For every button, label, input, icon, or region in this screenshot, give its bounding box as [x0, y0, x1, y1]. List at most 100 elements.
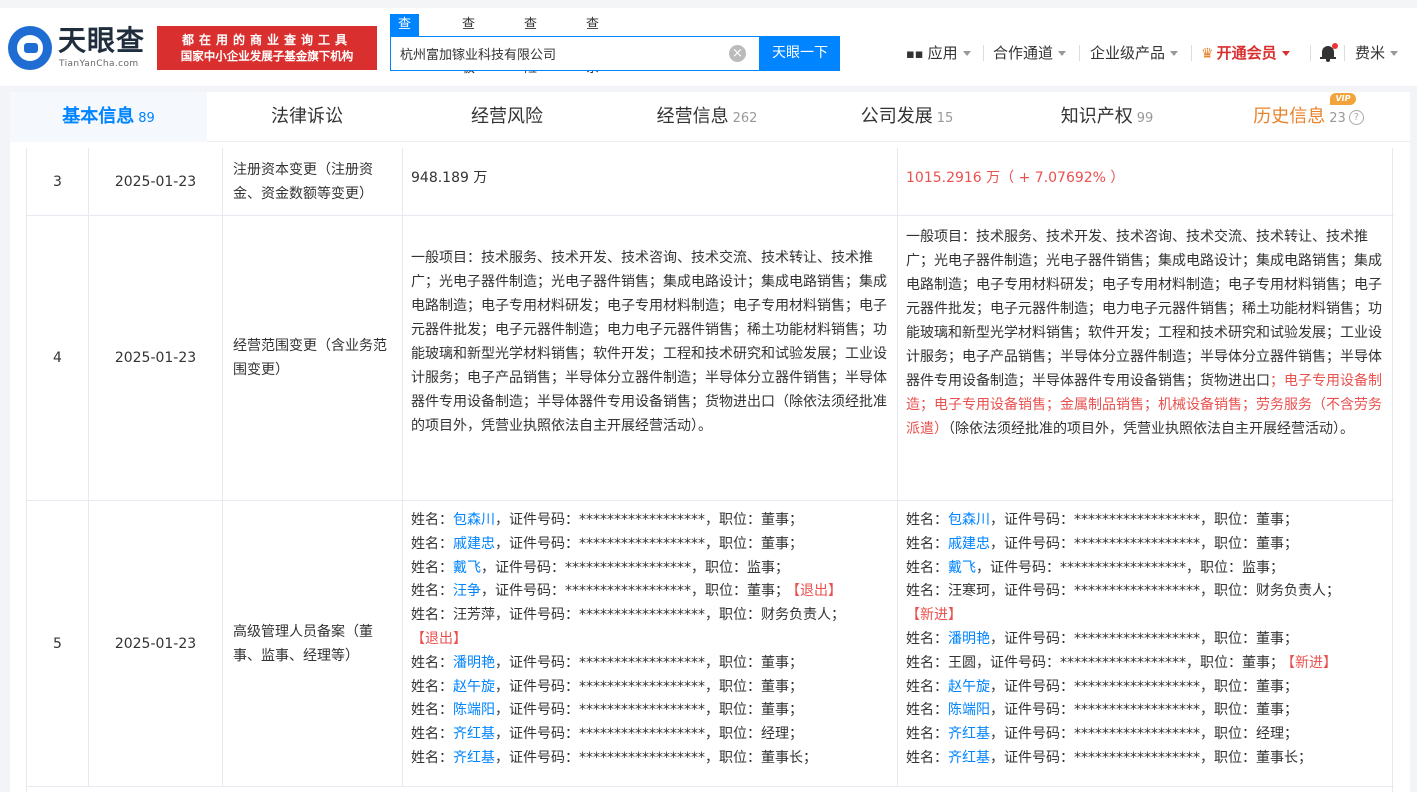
position-label: ，职位：董事长； [1200, 749, 1312, 766]
person-name-link[interactable]: 包森川 [453, 512, 495, 528]
person-name-link: 汪寒珂 [948, 583, 990, 600]
id-label: ，证件号码：****************** [481, 559, 691, 576]
tab-development[interactable]: 公司发展 15 [807, 92, 1007, 142]
name-label: 姓名： [411, 607, 453, 624]
before-value: 姓名：包森川，证件号码：******************，职位：董事； 姓名：… [403, 501, 898, 786]
person-name-link[interactable]: 赵午旋 [948, 679, 990, 695]
search-tab-risk[interactable]: 查风险 [524, 14, 537, 76]
nav-enterprise[interactable]: 企业级产品 [1090, 42, 1179, 64]
change-tag: 【新进】 [1288, 654, 1337, 671]
tab-basic-info[interactable]: 基本信息 89 [10, 92, 207, 142]
clear-icon[interactable]: × [729, 45, 746, 62]
change-tag: 【新进】 [906, 607, 962, 624]
top-header: 天眼查 TianYanCha.com 都在用的商业查询工具 国家中小企业发展子基… [0, 0, 1417, 86]
tab-operation-info[interactable]: 经营信息 262 [607, 92, 807, 142]
name-label: 姓名： [906, 654, 948, 671]
position-label: ，职位：董事； [1200, 630, 1298, 647]
name-label: 姓名： [411, 678, 453, 695]
table-row: 3 2025-01-23 注册资本变更（注册资金、资金数额等变更） 948.18… [27, 148, 1394, 216]
grid-icon: ▪▪ [906, 47, 924, 62]
id-label: ，证件号码：****************** [990, 535, 1200, 552]
name-label: 姓名： [411, 512, 453, 528]
person-name-link[interactable]: 陈端阳 [948, 702, 990, 718]
table-row: 4 2025-01-23 经营范围变更（含业务范围变更） 一般项目：技术服务、技… [27, 216, 1394, 501]
person-name-link[interactable]: 陈端阳 [453, 702, 495, 718]
id-label: ，证件号码：****************** [495, 678, 705, 695]
tab-label: 基本信息 [62, 106, 135, 127]
person-name-link[interactable]: 戴飞 [453, 560, 481, 576]
change-item-text: 注册资本变更（注册资金、资金数额等变更） [233, 161, 373, 202]
after-value: 1015.2916 万（ + 7.07692% ） [906, 170, 1125, 186]
chevron-down-icon [1281, 51, 1290, 56]
tianyancha-logo[interactable]: 天眼查 TianYanCha.com [8, 24, 153, 72]
nav-apps[interactable]: ▪▪ 应用 [906, 42, 971, 64]
position-label: ，职位：董事； [705, 678, 803, 695]
name-label: 姓名： [411, 583, 453, 600]
tab-operation-risk[interactable]: 经营风险 [407, 92, 607, 142]
tab-label: 历史信息 [1253, 106, 1326, 127]
nav-channel[interactable]: 合作通道 [993, 42, 1067, 64]
person-entry: 姓名：汪寒珂，证件号码：******************，职位：财务负责人； [906, 580, 1386, 604]
person-name-link[interactable]: 齐红基 [453, 726, 495, 742]
name-label: 姓名： [906, 630, 948, 647]
person-name-link[interactable]: 潘明艳 [948, 631, 990, 647]
row-number: 4 [27, 216, 89, 500]
person-name-link[interactable]: 汪争 [453, 583, 481, 599]
person-entry: 姓名：赵午旋，证件号码：******************，职位：董事； [411, 676, 889, 700]
id-label: ，证件号码：****************** [495, 654, 705, 671]
tab-history[interactable]: 历史信息 23? VIP [1207, 92, 1410, 142]
position-label: ，职位：财务负责人； [1200, 583, 1340, 600]
name-label: 姓名： [906, 583, 948, 600]
vip-badge: VIP [1330, 93, 1356, 105]
id-label: ，证件号码：****************** [495, 726, 705, 743]
search-tab-relation[interactable]: 查关系 [586, 14, 599, 76]
tab-count: 99 [1136, 111, 1154, 126]
person-name-link[interactable]: 齐红基 [948, 726, 990, 742]
person-entry: 姓名：陈端阳，证件号码：******************，职位：董事； [906, 699, 1386, 723]
name-label: 姓名： [906, 512, 948, 528]
scope-after-unchanged: 一般项目：技术服务、技术开发、技术咨询、技术交流、技术转让、技术推广；光电子器件… [906, 229, 1382, 389]
id-label: ，证件号码：****************** [976, 654, 1186, 671]
nav-enterprise-label: 企业级产品 [1090, 44, 1166, 62]
id-label: ，证件号码：****************** [495, 535, 705, 552]
tab-ip[interactable]: 知识产权 99 [1007, 92, 1207, 142]
tab-count: 89 [138, 111, 155, 126]
chevron-down-icon [1390, 51, 1399, 56]
search-tab-company[interactable]: 查公司 [390, 14, 420, 76]
person-name-link[interactable]: 戴飞 [948, 560, 976, 576]
person-name-link[interactable]: 潘明艳 [453, 655, 495, 671]
person-entry: 姓名：包森川，证件号码：******************，职位：董事； [411, 509, 889, 533]
search-tab-boss[interactable]: 查老板 [462, 14, 475, 76]
person-entry: 姓名：戚建忠，证件号码：******************，职位：董事； [411, 533, 889, 557]
change-item: 注册资本变更（注册资金、资金数额等变更） [223, 148, 403, 215]
position-label: ，职位：经理； [705, 726, 803, 743]
person-entry: 姓名：戴飞，证件号码：******************，职位：监事； [906, 557, 1386, 581]
person-name-link[interactable]: 赵午旋 [453, 679, 495, 695]
person-name-link[interactable]: 齐红基 [948, 750, 990, 766]
person-name-link[interactable]: 包森川 [948, 512, 990, 528]
person-entry: 姓名：戚建忠，证件号码：******************，职位：董事； [906, 533, 1386, 557]
id-label: ，证件号码：****************** [481, 583, 691, 600]
id-label: ，证件号码：****************** [990, 512, 1200, 528]
search-button[interactable]: 天眼一下 [760, 36, 840, 71]
slogan-line1: 都在用的商业查询工具 [181, 33, 352, 47]
help-icon[interactable]: ? [1348, 109, 1364, 125]
user-name: 费米 [1355, 44, 1386, 62]
id-label: ，证件号码：****************** [495, 702, 705, 719]
tab-legal[interactable]: 法律诉讼 [207, 92, 407, 142]
change-date: 2025-01-23 [89, 148, 223, 215]
change-date: 2025-01-23 [89, 501, 223, 786]
person-entry: 姓名：包森川，证件号码：******************，职位：董事； [906, 509, 1386, 533]
nav-vip[interactable]: ♛ 开通会员 [1201, 42, 1290, 64]
id-label: ，证件号码：****************** [495, 512, 705, 528]
person-name-link[interactable]: 齐红基 [453, 750, 495, 766]
search-input[interactable] [391, 37, 721, 70]
tab-count: 262 [732, 111, 758, 126]
bell-icon[interactable] [1320, 43, 1338, 62]
person-entry: 姓名：潘明艳，证件号码：******************，职位：董事； [411, 652, 889, 676]
nav-user[interactable]: 费米 [1355, 42, 1399, 64]
name-label: 姓名： [411, 726, 453, 743]
person-name-link[interactable]: 戚建忠 [453, 536, 495, 552]
person-name-link[interactable]: 戚建忠 [948, 536, 990, 552]
position-label: ，职位：董事； [1200, 702, 1298, 719]
